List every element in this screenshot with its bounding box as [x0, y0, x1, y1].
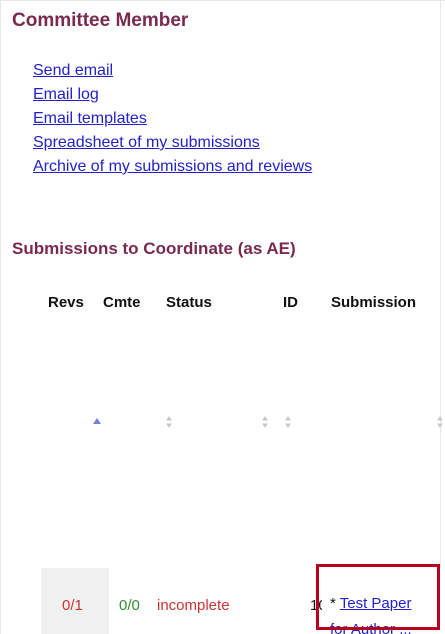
link-item: Send email	[33, 62, 312, 86]
email-templates-link[interactable]: Email templates	[33, 110, 147, 127]
sort-both-icon[interactable]	[261, 416, 269, 428]
send-email-link[interactable]: Send email	[33, 62, 113, 79]
sort-both-icon[interactable]	[165, 416, 173, 428]
revs-cell: 0/1	[62, 597, 83, 614]
panel-left-border	[0, 0, 1, 634]
highlight-box	[316, 564, 440, 630]
spreadsheet-link[interactable]: Spreadsheet of my submissions	[33, 134, 260, 151]
link-item: Email log	[33, 86, 312, 110]
committee-member-title: Committee Member	[12, 10, 189, 31]
coordinate-title: Submissions to Coordinate (as AE)	[12, 239, 296, 258]
sort-both-icon[interactable]	[436, 416, 444, 428]
status-cell: incomplete	[157, 597, 230, 614]
column-header-submission[interactable]: Submission	[331, 294, 416, 311]
link-item: Archive of my submissions and reviews	[33, 158, 312, 182]
sort-both-icon[interactable]	[284, 416, 292, 428]
page: Committee Member Send email Email log Em…	[0, 0, 445, 634]
panel-top-border	[0, 0, 445, 1]
column-header-status[interactable]: Status	[166, 294, 212, 311]
column-header-revs[interactable]: Revs	[48, 294, 84, 311]
panel-right-border	[440, 0, 441, 634]
column-header-id[interactable]: ID	[283, 294, 298, 311]
cmte-cell: 0/0	[119, 597, 140, 614]
sort-ascending-icon[interactable]	[93, 416, 101, 428]
archive-link[interactable]: Archive of my submissions and reviews	[33, 158, 312, 175]
link-item: Spreadsheet of my submissions	[33, 134, 312, 158]
committee-links: Send email Email log Email templates Spr…	[33, 62, 312, 182]
column-header-cmte[interactable]: Cmte	[103, 294, 141, 311]
email-log-link[interactable]: Email log	[33, 86, 99, 103]
link-item: Email templates	[33, 110, 312, 134]
